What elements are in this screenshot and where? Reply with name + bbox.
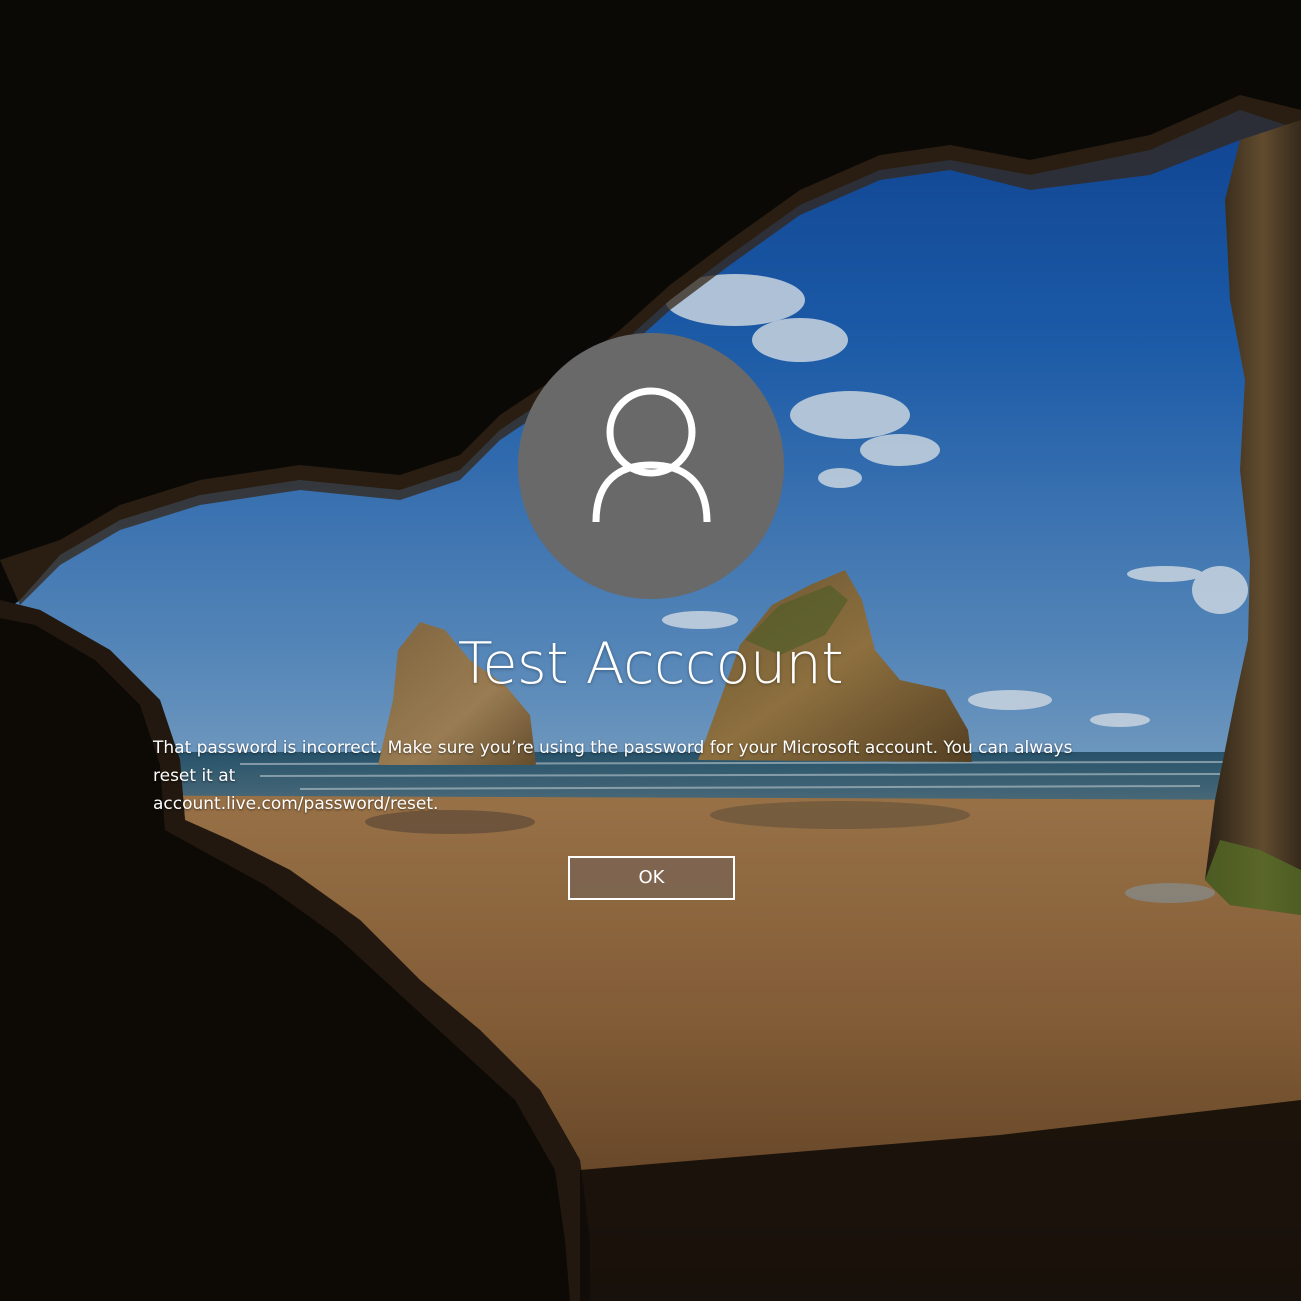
user-avatar	[518, 333, 784, 599]
ok-button[interactable]: OK	[568, 856, 735, 900]
error-message-link: account.live.com/password/reset.	[153, 794, 439, 814]
error-message: That password is incorrect. Make sure yo…	[153, 734, 1163, 818]
error-message-line: reset it at	[153, 766, 236, 786]
error-message-line: That password is incorrect. Make sure yo…	[153, 738, 1073, 758]
lock-screen: Test Acccount That password is incorrect…	[0, 0, 1301, 1301]
account-name: Test Acccount	[457, 631, 844, 697]
user-icon	[592, 387, 711, 523]
